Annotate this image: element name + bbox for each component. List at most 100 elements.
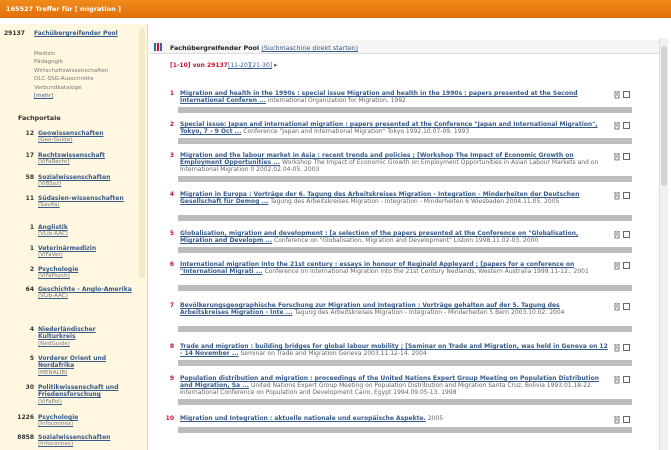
- document-hand-icon[interactable]: [614, 153, 620, 161]
- result-description: Tagung des Arbeitskreises Migration - In…: [268, 198, 560, 206]
- result-number: 6: [169, 261, 174, 268]
- document-hand-icon[interactable]: [614, 376, 620, 384]
- pool-subitem: Wirtschaftswissenschaften: [34, 67, 109, 74]
- result-number: 9: [169, 375, 174, 382]
- portal-count: 1226: [17, 414, 34, 421]
- page-link[interactable]: [11-20]: [228, 62, 250, 69]
- portal-link[interactable]: Rechtswissenschaft (ViFaRecht): [38, 152, 134, 167]
- select-checkbox[interactable]: [623, 153, 630, 160]
- portal-source: (VLib-AAC): [38, 231, 68, 238]
- document-hand-icon[interactable]: [614, 416, 620, 424]
- result-description: Tagung des Arbeitskreises Migration - In…: [292, 309, 565, 317]
- select-checkbox[interactable]: [623, 122, 630, 129]
- page-scrollbar-thumb[interactable]: [661, 46, 667, 186]
- portal-link[interactable]: Geowissenschaften (Geo-Guide): [38, 130, 134, 145]
- pool-subitems: Medizin Pädagogik Wirtschaftswissenschaf…: [34, 50, 134, 100]
- result-separator-bar: [178, 107, 632, 113]
- result-separator-bar: [178, 215, 632, 221]
- results-panel: Fachübergreifender Pool (Suchmaschine di…: [150, 40, 668, 450]
- result-separator-bar: [178, 360, 632, 366]
- portal-source: (ViFaPol): [38, 398, 62, 405]
- result-number: 4: [169, 191, 174, 198]
- portal-link[interactable]: Südasien-wissenschaften (Savifa): [38, 195, 134, 210]
- portal-source: (NedGuide): [38, 340, 70, 347]
- select-checkbox[interactable]: [623, 376, 630, 383]
- select-checkbox[interactable]: [623, 231, 630, 238]
- result-number: 5: [169, 230, 174, 237]
- portal-source: (ViFaRecht): [38, 159, 70, 166]
- result-body: Bevölkerungsgeographische Forschung zur …: [180, 302, 610, 316]
- select-checkbox[interactable]: [623, 262, 630, 269]
- portal-source: (ViFaVet): [38, 252, 63, 259]
- pool-more-link[interactable]: [mehr]: [34, 92, 134, 100]
- portal-source: (Geo-Guide): [38, 137, 73, 144]
- portal-source: (Infoconnex): [38, 421, 74, 428]
- result-description: Conference on International Migration in…: [262, 268, 589, 276]
- portal-count: 12: [25, 130, 34, 137]
- pool-logo-icon: [154, 43, 163, 51]
- portal-count: 8858: [17, 434, 34, 441]
- result-body: International migration into the 21st ce…: [180, 261, 610, 275]
- portal-count: 1: [29, 224, 34, 231]
- document-hand-icon[interactable]: [614, 344, 620, 352]
- result-body: Migration and health in the 1990s : spec…: [180, 90, 610, 104]
- portal-link[interactable]: Veterinärmedizin (ViFaVet): [38, 245, 134, 260]
- portal-count: 2: [29, 266, 34, 273]
- result-body: Trade and migration : building bridges f…: [180, 343, 610, 357]
- result-separator-bar: [178, 285, 632, 291]
- result-separator-bar: [178, 176, 632, 182]
- result-body: Population distribution and migration : …: [180, 375, 610, 397]
- next-page-arrow-icon[interactable]: ▸: [274, 61, 278, 69]
- page-link[interactable]: [21-30]: [250, 62, 272, 69]
- results-header-title: 165527 Treffer für [ migration ]: [6, 5, 121, 13]
- portal-link[interactable]: Vorderer Orient und Nordafrika (MENALIB): [38, 355, 134, 377]
- select-checkbox[interactable]: [623, 303, 630, 310]
- portal-link[interactable]: Geschichte - Anglo-Amerika (VLib-AAC): [38, 286, 134, 301]
- result-number: 10: [165, 415, 174, 422]
- portal-link[interactable]: Psychologie (Infoconnex): [38, 414, 134, 429]
- result-title-link[interactable]: Migration und Integration : aktuelle nat…: [180, 415, 426, 422]
- document-hand-icon[interactable]: [614, 303, 620, 311]
- select-checkbox[interactable]: [623, 344, 630, 351]
- pool-subitem: OLC-SSG-Ausschnitte: [34, 76, 94, 83]
- select-checkbox[interactable]: [623, 192, 630, 199]
- sidebar-scrollbar[interactable]: [139, 28, 145, 278]
- portals-heading: Fachportale: [18, 114, 61, 122]
- pool-link[interactable]: Fachübergreifender Pool: [34, 30, 134, 37]
- result-body: Migration in Europa : Vorträge der 6. Ta…: [180, 191, 610, 205]
- results-total-count: 165527: [6, 5, 34, 13]
- portal-link[interactable]: Psychologie (ViFaPsych): [38, 266, 134, 281]
- select-checkbox[interactable]: [623, 416, 630, 423]
- page-scrollbar[interactable]: [659, 38, 668, 450]
- portal-link[interactable]: Sozialwissenschaften (ViBSoz): [38, 174, 134, 189]
- document-hand-icon[interactable]: [614, 262, 620, 270]
- pool-subitem: Verbundkataloge: [34, 84, 82, 91]
- result-description: 2005: [425, 415, 444, 422]
- document-hand-icon[interactable]: [614, 91, 620, 99]
- portal-count: 17: [25, 152, 34, 159]
- portal-link[interactable]: Anglistik (VLib-AAC): [38, 224, 134, 239]
- result-number: 7: [169, 302, 174, 309]
- result-body: Migration und Integration : aktuelle nat…: [180, 415, 610, 422]
- portal-count: 64: [25, 286, 34, 293]
- direct-search-link[interactable]: (Suchmaschine direkt starten): [261, 44, 358, 52]
- portal-link[interactable]: Sozialwissenschaften (Infoconnex): [38, 434, 134, 449]
- portal-count: 30: [25, 384, 34, 391]
- result-separator-bar: [178, 427, 632, 433]
- pool-subitem: Medizin: [34, 51, 56, 57]
- portal-link[interactable]: Niederländischer Kulturkreis (NedGuide): [38, 326, 134, 348]
- document-hand-icon[interactable]: [614, 122, 620, 130]
- result-number: 3: [169, 152, 174, 159]
- portal-link[interactable]: Politikwissenschaft und Friedensforschun…: [38, 384, 134, 406]
- result-number: 8: [169, 343, 174, 350]
- result-body: Special issue: Japan and international m…: [180, 121, 610, 135]
- portal-source: (Savifa): [38, 202, 60, 209]
- document-hand-icon[interactable]: [614, 231, 620, 239]
- result-description: Conference on "Globalisation, Migration …: [272, 237, 539, 245]
- document-hand-icon[interactable]: [614, 192, 620, 200]
- result-number: 2: [169, 121, 174, 128]
- portal-count: 1: [29, 245, 34, 252]
- results-header-bar: 165527 Treffer für [ migration ]: [0, 0, 671, 18]
- current-page-range: [1-10] von 29137: [170, 62, 228, 69]
- select-checkbox[interactable]: [623, 91, 630, 98]
